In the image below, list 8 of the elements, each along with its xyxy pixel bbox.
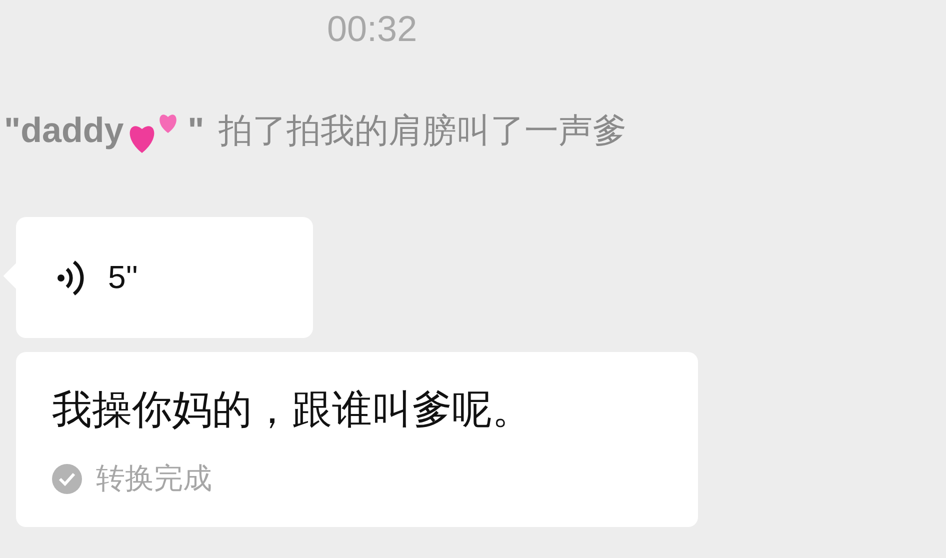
timestamp: 00:32 bbox=[327, 8, 418, 50]
voice-message-bubble[interactable]: 5'' bbox=[16, 217, 313, 338]
pat-action-text: 拍了拍我的肩膀叫了一声爹 bbox=[218, 110, 626, 153]
quote-mark: " bbox=[188, 111, 204, 151]
contact-name: "daddy bbox=[4, 111, 124, 151]
voice-duration: 5'' bbox=[108, 259, 138, 296]
transcribed-text: 我操你妈的，跟谁叫爹呢。 bbox=[52, 386, 533, 435]
conversion-status: 转换完成 bbox=[96, 460, 212, 497]
